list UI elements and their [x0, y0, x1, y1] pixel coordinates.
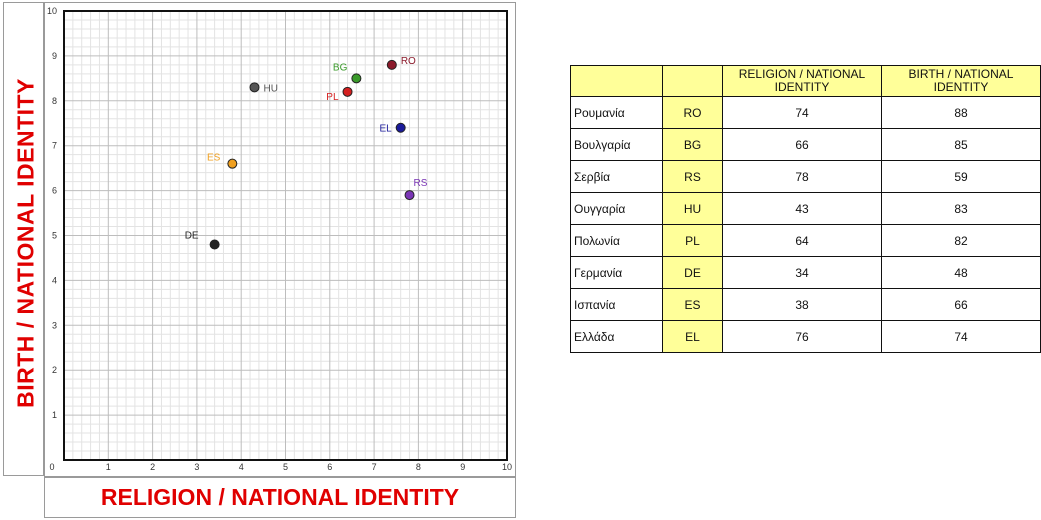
y-tick-label: 3 — [52, 320, 57, 330]
point-label-de: DE — [185, 230, 199, 241]
religion-cell: 74 — [722, 96, 882, 129]
religion-cell: 66 — [722, 128, 882, 161]
table-row: Ελλάδα EL 76 74 — [570, 320, 1041, 353]
table-row: Γερμανία DE 34 48 — [570, 256, 1041, 289]
table-header-row: RELIGION / NATIONAL IDENTITY BIRTH / NAT… — [570, 65, 1041, 97]
scatter-plot: 0 1 2 3 4 5 6 7 8 9 10 1 2 3 4 5 6 7 8 9 10 RO BG RS HU PL DE ES EL — [47, 6, 512, 472]
x-axis-label-box: RELIGION / NATIONAL IDENTITY — [44, 477, 516, 518]
point-label-rs: RS — [414, 178, 428, 189]
country-cell: Βουλγαρία — [570, 128, 663, 161]
table-row: Ισπανία ES 38 66 — [570, 288, 1041, 321]
birth-cell: 82 — [881, 224, 1041, 257]
code-cell: DE — [662, 256, 723, 289]
country-cell: Σερβία — [570, 160, 663, 193]
birth-cell: 48 — [881, 256, 1041, 289]
point-label-ro: RO — [401, 56, 416, 67]
y-tick-label: 1 — [52, 410, 57, 420]
birth-cell: 59 — [881, 160, 1041, 193]
code-cell: RO — [662, 96, 723, 129]
religion-cell: 64 — [722, 224, 882, 257]
table-row: Σερβία RS 78 59 — [570, 160, 1041, 193]
table-row: Πολωνία PL 64 82 — [570, 224, 1041, 257]
y-tick-label: 5 — [52, 231, 57, 241]
country-cell: Ελλάδα — [570, 320, 663, 353]
code-cell: BG — [662, 128, 723, 161]
religion-cell: 38 — [722, 288, 882, 321]
code-cell: ES — [662, 288, 723, 321]
header-country — [570, 65, 663, 97]
country-cell: Πολωνία — [570, 224, 663, 257]
country-cell: Ρουμανία — [570, 96, 663, 129]
point-label-pl: PL — [326, 92, 339, 103]
religion-cell: 76 — [722, 320, 882, 353]
x-tick-label: 9 — [460, 462, 465, 472]
data-point-el — [395, 122, 406, 133]
birth-cell: 83 — [881, 192, 1041, 225]
data-point-hu — [249, 82, 260, 93]
y-tick-label: 6 — [52, 186, 57, 196]
code-cell: HU — [662, 192, 723, 225]
y-axis-label-box: BIRTH / NATIONAL IDENTITY — [3, 2, 44, 476]
y-tick-label: 7 — [52, 141, 57, 151]
religion-cell: 43 — [722, 192, 882, 225]
point-label-es: ES — [207, 153, 221, 164]
code-cell: EL — [662, 320, 723, 353]
header-religion: RELIGION / NATIONAL IDENTITY — [722, 65, 882, 97]
x-tick-label: 4 — [239, 462, 244, 472]
y-tick-label: 2 — [52, 365, 57, 375]
header-birth: BIRTH / NATIONAL IDENTITY — [881, 65, 1041, 97]
y-tick-label: 10 — [47, 6, 57, 16]
table-row: Ρουμανία RO 74 88 — [570, 96, 1041, 129]
birth-cell: 85 — [881, 128, 1041, 161]
x-tick-label: 7 — [372, 462, 377, 472]
birth-cell: 74 — [881, 320, 1041, 353]
x-tick-label: 1 — [106, 462, 111, 472]
code-cell: PL — [662, 224, 723, 257]
y-tick-label: 4 — [52, 275, 57, 285]
country-cell: Ισπανία — [570, 288, 663, 321]
data-point-rs — [404, 190, 415, 201]
x-tick-label: 5 — [283, 462, 288, 472]
data-point-pl — [342, 86, 353, 97]
point-label-bg: BG — [333, 62, 348, 73]
x-tick-label: 3 — [194, 462, 199, 472]
data-point-bg — [351, 73, 362, 84]
data-point-de — [209, 239, 220, 250]
birth-cell: 88 — [881, 96, 1041, 129]
point-label-hu: HU — [263, 83, 277, 94]
code-cell: RS — [662, 160, 723, 193]
header-code — [662, 65, 723, 97]
x-tick-label: 0 — [49, 462, 54, 472]
table-row: Βουλγαρία BG 66 85 — [570, 128, 1041, 161]
country-cell: Γερμανία — [570, 256, 663, 289]
x-tick-label: 10 — [502, 462, 512, 472]
data-point-ro — [386, 59, 397, 70]
point-label-el: EL — [379, 124, 392, 135]
y-axis-label: BIRTH / NATIONAL IDENTITY — [12, 78, 39, 408]
table-row: Ουγγαρία HU 43 83 — [570, 192, 1041, 225]
data-point-es — [227, 158, 238, 169]
x-tick-label: 2 — [150, 462, 155, 472]
religion-cell: 78 — [722, 160, 882, 193]
birth-cell: 66 — [881, 288, 1041, 321]
x-tick-label: 8 — [416, 462, 421, 472]
data-table: RELIGION / NATIONAL IDENTITY BIRTH / NAT… — [570, 65, 1041, 353]
y-tick-label: 9 — [52, 51, 57, 61]
x-tick-label: 6 — [327, 462, 332, 472]
x-axis-label: RELIGION / NATIONAL IDENTITY — [100, 484, 460, 510]
religion-cell: 34 — [722, 256, 882, 289]
country-cell: Ουγγαρία — [570, 192, 663, 225]
y-tick-label: 8 — [52, 96, 57, 106]
